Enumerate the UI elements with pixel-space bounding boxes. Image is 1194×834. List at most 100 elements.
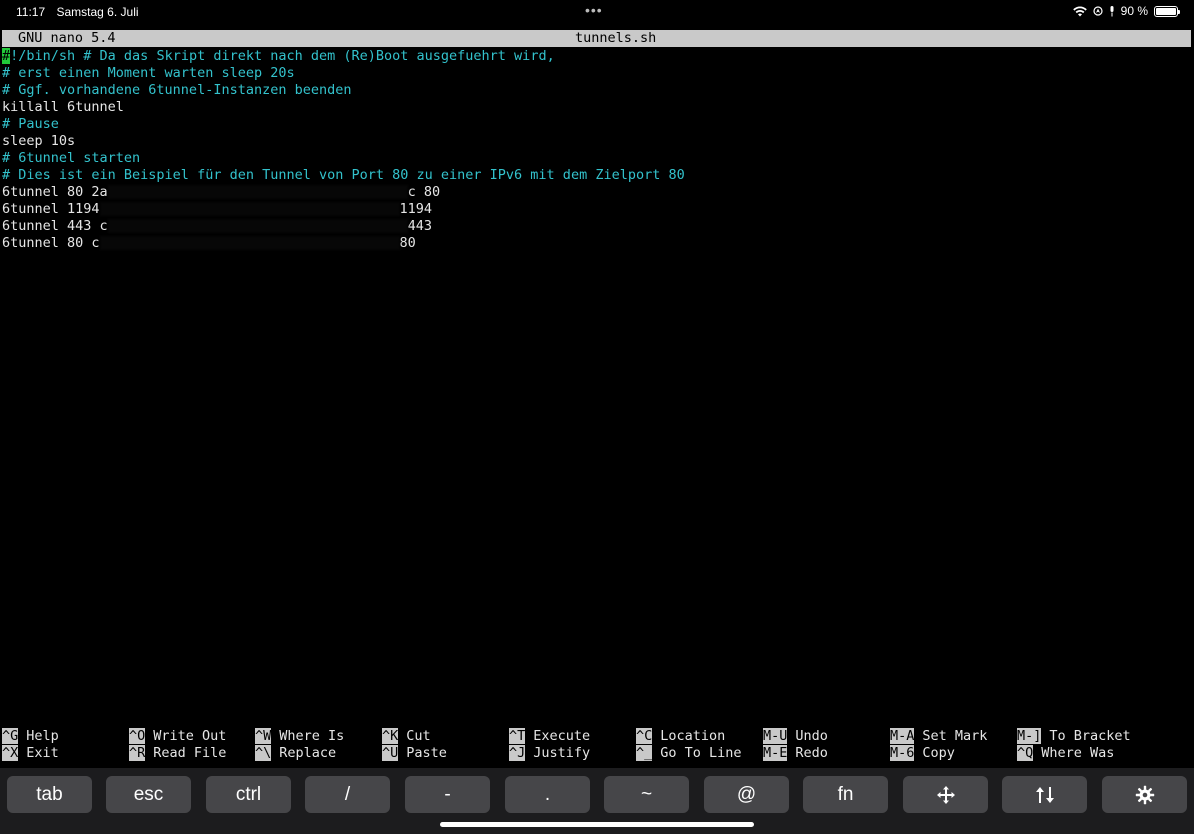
key-button[interactable]: fn — [803, 776, 888, 813]
shortcut-item: ^W Where Is — [255, 728, 344, 745]
editor-line[interactable]: sleep 10s — [2, 133, 1192, 150]
status-bar: 11:17 Samstag 6. Juli ••• 90 % — [0, 0, 1194, 26]
line-suffix: 443 — [407, 218, 433, 234]
shortcut-key: ^J — [509, 745, 526, 761]
shortcut-item: M-A Set Mark — [890, 728, 987, 745]
line-text: # 6tunnel starten — [2, 150, 141, 166]
editor-line[interactable]: #!/bin/sh # Da das Skript direkt nach de… — [2, 48, 1192, 65]
shortcut-key: M-E — [763, 745, 788, 761]
line-text: # Dies ist ein Beispiel für den Tunnel v… — [2, 167, 685, 183]
editor-line[interactable]: 6tunnel 80 2a c 80 — [2, 184, 1192, 201]
file-name: tunnels.sh — [575, 30, 657, 46]
shortcut-item: ^R Read File — [129, 745, 226, 762]
shortcut-key: ^X — [2, 745, 19, 761]
shortcut-key: ^G — [2, 728, 19, 744]
multitasking-dots[interactable]: ••• — [585, 2, 603, 18]
editor-line[interactable]: # Pause — [2, 116, 1192, 133]
shortcut-label: Help — [26, 728, 59, 744]
shortcut-key: ^T — [509, 728, 526, 744]
editor-line[interactable]: # erst einen Moment warten sleep 20s — [2, 65, 1192, 82]
key-button[interactable]: tab — [7, 776, 92, 813]
gear-key[interactable] — [1102, 776, 1187, 813]
key-button[interactable]: . — [505, 776, 590, 813]
up-down-arrows-key[interactable] — [1002, 776, 1087, 813]
key-button[interactable]: ~ — [604, 776, 689, 813]
shortcut-key: ^Q — [1017, 745, 1034, 761]
shortcut-label: Exit — [26, 745, 59, 761]
shortcut-label: Where Is — [279, 728, 345, 744]
battery-icon — [1154, 5, 1180, 17]
shortcut-item: ^G Help — [2, 728, 59, 745]
shortcut-item: ^U Paste — [382, 745, 447, 762]
shortcut-item: M-6 Copy — [890, 745, 955, 762]
location-icon — [1093, 6, 1103, 16]
editor-line[interactable]: # 6tunnel starten — [2, 150, 1192, 167]
editor-area[interactable]: #!/bin/sh # Da das Skript direkt nach de… — [2, 48, 1192, 252]
shortcut-key: M-U — [763, 728, 788, 744]
shortcut-label: Go To Line — [660, 745, 742, 761]
text-cursor: # — [2, 48, 11, 64]
shortcut-label: Justify — [533, 745, 591, 761]
shortcut-item: ^Q Where Was — [1017, 745, 1114, 762]
shortcut-item: ^\ Replace — [255, 745, 336, 762]
mic-icon — [1110, 5, 1114, 16]
editor-line[interactable]: killall 6tunnel — [2, 99, 1192, 116]
home-indicator[interactable] — [440, 822, 754, 827]
key-button[interactable]: - — [405, 776, 490, 813]
status-right: 90 % — [1072, 4, 1180, 18]
shortcut-label: Paste — [406, 745, 447, 761]
nano-titlebar: GNU nano 5.4 tunnels.sh — [2, 30, 1191, 47]
status-left: 11:17 Samstag 6. Juli — [16, 5, 147, 19]
redacted-address — [107, 219, 408, 233]
shortcut-label: Where Was — [1041, 745, 1115, 761]
shortcut-label: Redo — [795, 745, 828, 761]
shortcut-label: Read File — [153, 745, 227, 761]
shortcut-key: ^_ — [636, 745, 653, 761]
keyboard-accessory-bar: tab esc ctrl / -. ~ @ fn — [0, 768, 1194, 834]
editor-line[interactable]: 6tunnel 1194 1194 — [2, 201, 1192, 218]
editor-line[interactable]: 6tunnel 80 c 80 — [2, 235, 1192, 252]
shortcut-key: ^W — [255, 728, 272, 744]
shortcut-key: M-A — [890, 728, 915, 744]
line-text: sleep 10s — [2, 133, 76, 149]
shortcut-label: Location — [660, 728, 726, 744]
shortcut-key: ^O — [129, 728, 146, 744]
gear-icon — [1135, 784, 1155, 805]
key-button[interactable]: / — [305, 776, 390, 813]
line-text: 6tunnel 443 c — [2, 218, 108, 234]
shortcut-item: M-U Undo — [763, 728, 828, 745]
shortcut-item: ^T Execute — [509, 728, 590, 745]
editor-line[interactable]: # Dies ist ein Beispiel für den Tunnel v… — [2, 167, 1192, 184]
line-text: # Pause — [2, 116, 59, 132]
shortcut-label: Set Mark — [922, 728, 988, 744]
shortcut-label: To Bracket — [1049, 728, 1131, 744]
line-text: killall 6tunnel — [2, 99, 124, 115]
move-arrows-key[interactable] — [903, 776, 988, 813]
key-button[interactable]: esc — [106, 776, 191, 813]
move-arrows-icon — [936, 784, 956, 805]
line-text: !/bin/sh # Da das Skript direkt nach dem… — [10, 48, 555, 64]
shortcut-label: Write Out — [153, 728, 227, 744]
shortcut-key: M-] — [1017, 728, 1042, 744]
editor-line[interactable]: 6tunnel 443 c 443 — [2, 218, 1192, 235]
shortcut-item: ^K Cut — [382, 728, 431, 745]
shortcut-label: Copy — [922, 745, 955, 761]
status-date: Samstag 6. Juli — [56, 5, 139, 19]
shortcut-item: M-] To Bracket — [1017, 728, 1131, 745]
editor-line[interactable]: # Ggf. vorhandene 6tunnel-Instanzen been… — [2, 82, 1192, 99]
wifi-icon — [1072, 5, 1087, 16]
shortcut-key: ^C — [636, 728, 653, 744]
line-text: # erst einen Moment warten sleep 20s — [2, 65, 295, 81]
key-button[interactable]: @ — [704, 776, 789, 813]
redacted-address — [99, 202, 400, 216]
nano-version: GNU nano 5.4 — [18, 30, 116, 46]
line-text: 6tunnel 80 c — [2, 235, 100, 251]
redacted-address — [99, 236, 400, 250]
key-button[interactable]: ctrl — [206, 776, 291, 813]
shortcut-bar: ^G Help ^X Exit ^O Write Out ^R Read File ^W Wher… — [0, 728, 1194, 762]
shortcut-key: ^\ — [255, 745, 272, 761]
shortcut-label: Execute — [533, 728, 591, 744]
battery-percent: 90 % — [1120, 4, 1148, 18]
shortcut-key: ^U — [382, 745, 399, 761]
shortcut-item: ^X Exit — [2, 745, 59, 762]
